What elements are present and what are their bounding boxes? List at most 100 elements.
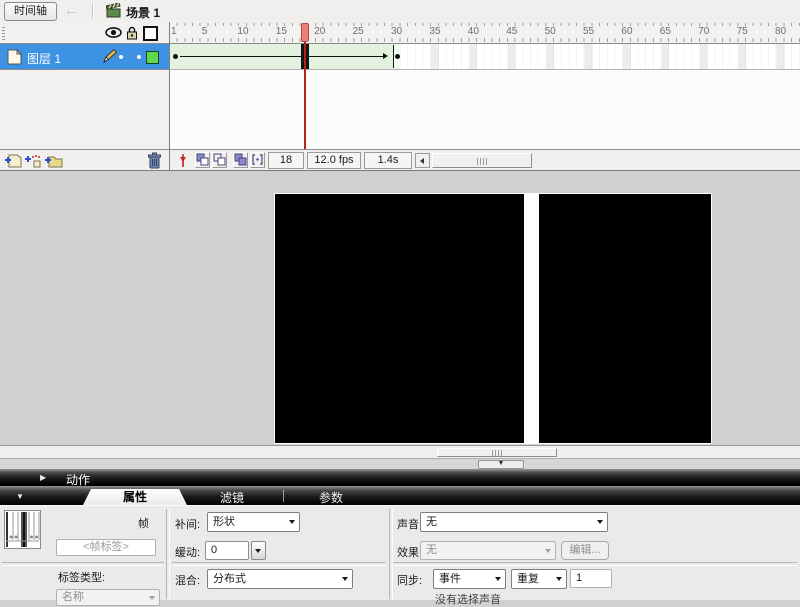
- layer-lock-dot[interactable]: [137, 55, 141, 59]
- tween-select[interactable]: 形状: [207, 512, 300, 532]
- onion-skin-button[interactable]: [195, 152, 210, 168]
- layer-outline-color-swatch[interactable]: [146, 51, 159, 64]
- effect-value: 无: [426, 544, 437, 556]
- onion-skin-outlines-button[interactable]: [212, 152, 227, 168]
- panel-grip[interactable]: [2, 26, 5, 40]
- timeline-panel-button[interactable]: 时间轴: [4, 2, 57, 21]
- layer-frames-row[interactable]: [170, 44, 800, 70]
- collapse-panels-button[interactable]: ▼: [478, 460, 524, 469]
- insert-layer-folder-button[interactable]: [44, 153, 63, 168]
- center-frame-button[interactable]: [178, 153, 188, 168]
- tab-filters[interactable]: 滤镜: [205, 489, 259, 506]
- chevron-down-icon: [342, 577, 348, 581]
- frames-empty-area[interactable]: [170, 70, 800, 149]
- blend-label: 混合:: [175, 572, 200, 588]
- blend-select[interactable]: 分布式: [207, 569, 353, 589]
- current-frame-field[interactable]: 18: [268, 152, 304, 169]
- timeline-ruler[interactable]: 15101520253035404550556065707580: [170, 22, 800, 44]
- edit-bar: 时间轴 ← 场景 1: [0, 0, 800, 23]
- edit-bar-separator: [92, 3, 94, 19]
- blend-value: 分布式: [213, 573, 246, 585]
- repeat-select[interactable]: 重复: [511, 569, 567, 589]
- stage-shape-right[interactable]: [539, 194, 711, 443]
- shape-tween-span[interactable]: [170, 44, 400, 69]
- modify-onion-markers-button[interactable]: [250, 152, 265, 168]
- edit-effect-button[interactable]: 编辑...: [561, 541, 609, 560]
- chevron-down-icon: [597, 520, 603, 524]
- label-type-select[interactable]: 名称: [56, 589, 160, 606]
- layers-pane: 图层 1: [0, 22, 169, 170]
- sound-select[interactable]: 无: [420, 512, 608, 532]
- tab-parameters[interactable]: 参数: [304, 489, 358, 506]
- collapse-triangle-icon[interactable]: ▼: [16, 492, 24, 501]
- ruler-label: 80: [775, 26, 786, 37]
- properties-panel: 帧 <帧标签> 标签类型: 名称 补间: 形状 缓动: 0 混合: 分布式 声音…: [0, 505, 800, 600]
- effect-select[interactable]: 无: [420, 541, 556, 560]
- layers-toolbar: [0, 149, 169, 170]
- layer-visibility-dot[interactable]: [119, 55, 123, 59]
- loop-count-input[interactable]: 1: [570, 569, 612, 588]
- properties-panel-header: ▼ 属性 滤镜 参数: [0, 486, 800, 505]
- ruler-label: 40: [468, 26, 479, 37]
- tab-properties[interactable]: 属性: [83, 489, 187, 505]
- ruler-label: 45: [506, 26, 517, 37]
- divider: [389, 509, 393, 599]
- back-arrow-icon[interactable]: ←: [64, 2, 78, 18]
- chevron-down-icon: [289, 520, 295, 524]
- scrollbar-grip: [492, 450, 502, 456]
- stage-scrollbar-thumb[interactable]: [437, 448, 557, 457]
- expand-triangle-icon[interactable]: ▶: [40, 473, 46, 482]
- outline-layers-icon[interactable]: [143, 26, 158, 41]
- panel-splitter[interactable]: ▼: [0, 458, 800, 469]
- pencil-edit-icon: [101, 49, 117, 65]
- ease-stepper-button[interactable]: [251, 541, 266, 560]
- timeline-scroll-left-button[interactable]: [415, 153, 430, 168]
- ruler-label: 60: [621, 26, 632, 37]
- timeline-scrollbar-thumb[interactable]: [432, 153, 532, 168]
- add-motion-guide-button[interactable]: [24, 153, 42, 168]
- ease-label: 缓动:: [175, 544, 200, 560]
- show-hide-layers-icon[interactable]: [105, 26, 122, 39]
- stage-horizontal-scrollbar[interactable]: [0, 445, 800, 458]
- ruler-label: 15: [276, 26, 287, 37]
- divider: [166, 509, 170, 599]
- divider: [172, 562, 386, 566]
- end-keyframe-dot: [395, 54, 400, 59]
- start-keyframe-dot: [173, 54, 178, 59]
- chevron-down-icon: [495, 577, 501, 581]
- insert-layer-button[interactable]: [4, 153, 22, 168]
- frame-rate-field[interactable]: 12.0 fps: [307, 152, 361, 169]
- chevron-down-icon: [556, 577, 562, 581]
- ease-input[interactable]: 0: [205, 541, 249, 560]
- playhead-line: [304, 42, 306, 149]
- scene-tab[interactable]: 场景 1: [126, 4, 160, 21]
- chevron-down-icon: [255, 549, 261, 553]
- ruler-label: 55: [583, 26, 594, 37]
- edit-multiple-frames-button[interactable]: [233, 152, 248, 168]
- frames-pane: 15101520253035404550556065707580: [169, 22, 800, 170]
- chevron-down-icon: [545, 549, 551, 553]
- actions-panel-header[interactable]: ▶ 动作: [0, 469, 800, 486]
- tween-label: 补间:: [175, 516, 200, 532]
- lock-layers-icon[interactable]: [126, 26, 138, 40]
- layer-row[interactable]: 图层 1: [0, 44, 169, 70]
- ruler-label: 1: [171, 26, 177, 37]
- sync-select[interactable]: 事件: [433, 569, 506, 589]
- playhead[interactable]: [301, 23, 309, 42]
- label-type-label: 标签类型:: [58, 569, 105, 585]
- stage-work-area[interactable]: [0, 171, 800, 445]
- left-arrow-icon: [420, 158, 424, 164]
- frame-label-input[interactable]: <帧标签>: [56, 539, 156, 556]
- tween-arrowhead: [383, 53, 388, 59]
- stage-shape-left[interactable]: [275, 194, 524, 443]
- effect-label: 效果:: [397, 544, 422, 560]
- ruler-label: 50: [545, 26, 556, 37]
- repeat-value: 重复: [517, 573, 539, 585]
- scrollbar-grip: [477, 158, 487, 165]
- tween-arrow-line: [180, 56, 383, 57]
- end-keyframe[interactable]: [393, 45, 401, 68]
- layer-page-icon: [6, 49, 23, 65]
- label-type-value: 名称: [62, 591, 84, 603]
- timeline-statusbar: 18 12.0 fps 1.4s: [170, 149, 800, 170]
- delete-layer-button[interactable]: [147, 152, 162, 169]
